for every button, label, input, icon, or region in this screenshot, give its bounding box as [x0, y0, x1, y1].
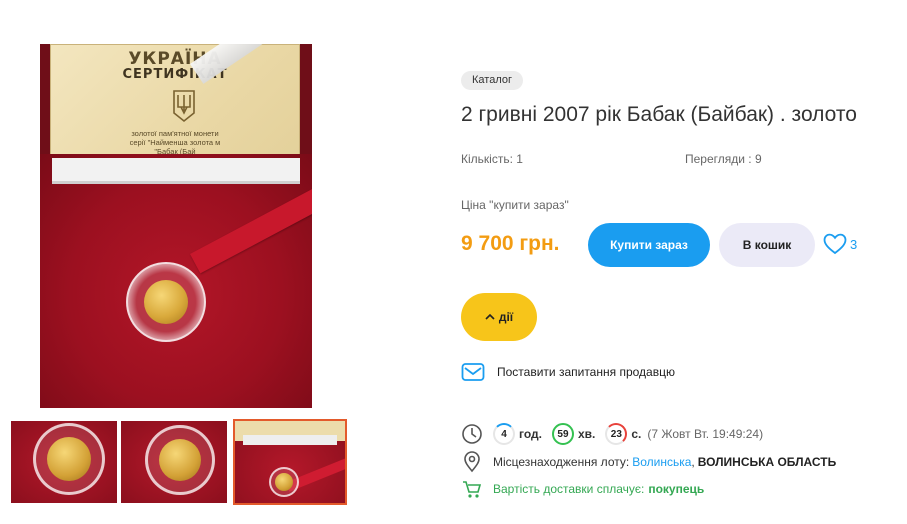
quantity: Кількість: 1 [461, 152, 523, 166]
cart-delivery-icon [461, 478, 483, 500]
chevron-up-icon [485, 313, 495, 320]
box-slot [243, 435, 337, 445]
quantity-label: Кількість: [461, 152, 513, 166]
thumbnail-3-selected[interactable] [233, 419, 347, 505]
lot-location: Місцезнаходження лоту: Волинська, ВОЛИНС… [461, 451, 836, 473]
location-region: ВОЛИНСЬКА ОБЛАСТЬ [697, 455, 837, 469]
location-city-link[interactable]: Волинська [632, 455, 691, 469]
views-label: Перегляди : [685, 152, 752, 166]
gold-coin [159, 439, 201, 481]
certificate-text-line: серії "Найменша золота м [129, 138, 221, 147]
box-slot [52, 158, 300, 184]
main-product-photo[interactable]: УКРАЇНА СЕРТИФІКАТ золотої пам'ятної мон… [40, 44, 312, 408]
price: 9 700 грн. [461, 232, 560, 255]
quantity-value: 1 [516, 152, 523, 166]
clock-icon [461, 423, 483, 445]
heart-icon [823, 233, 847, 255]
auction-timer: 4 год. 59 хв. 23 с. (7 Жовт Вт. 19:49:24… [461, 423, 763, 445]
delivery-label: Вартість доставки сплачує: [493, 482, 645, 496]
auction-end-date: (7 Жовт Вт. 19:49:24) [647, 427, 764, 441]
thumbnail-1[interactable] [11, 421, 117, 503]
ask-seller-link[interactable]: Поставити запитання продавцю [461, 362, 675, 382]
delivery-info: Вартість доставки сплачує: покупець [461, 478, 704, 500]
certificate-title: СЕРТИФІКАТ [122, 67, 228, 82]
favorite-button[interactable]: 3 [823, 233, 857, 255]
gold-coin [144, 280, 188, 324]
timer-minutes: 59 [551, 423, 574, 445]
gold-coin [47, 437, 91, 481]
thumbnail-2[interactable] [121, 421, 227, 503]
actions-label: дії [498, 310, 514, 324]
certificate-country: УКРАЇНА [128, 49, 222, 69]
price-label: Ціна "купити зараз" [461, 198, 569, 212]
mail-icon [461, 363, 485, 381]
favorites-count: 3 [850, 236, 858, 252]
location-label: Місцезнаходження лоту: [493, 455, 630, 469]
category-chip[interactable]: Каталог [461, 71, 523, 90]
timer-hours-unit: год. [519, 427, 542, 441]
delivery-payer: покупець [648, 482, 705, 496]
gold-coin [275, 473, 293, 491]
timer-seconds-unit: с. [631, 427, 642, 441]
timer-hours: 4 [493, 423, 515, 445]
ask-seller-label: Поставити запитання продавцю [497, 365, 675, 379]
views: Перегляди : 9 [685, 152, 762, 166]
actions-button[interactable]: дії [461, 293, 537, 341]
trident-emblem-icon [173, 90, 195, 123]
certificate-text-line: золотої пам'ятної монети [131, 129, 219, 138]
location-separator: , [691, 455, 695, 469]
timer-minutes-unit: хв. [577, 427, 596, 441]
add-to-cart-button[interactable]: В кошик [719, 223, 815, 267]
location-pin-icon [461, 451, 483, 473]
lot-title: 2 гривні 2007 рік Бабак (Байбак) . золот… [461, 103, 857, 126]
views-value: 9 [754, 152, 762, 166]
timer-seconds: 23 [605, 423, 628, 445]
buy-now-button[interactable]: Купити зараз [588, 223, 710, 267]
